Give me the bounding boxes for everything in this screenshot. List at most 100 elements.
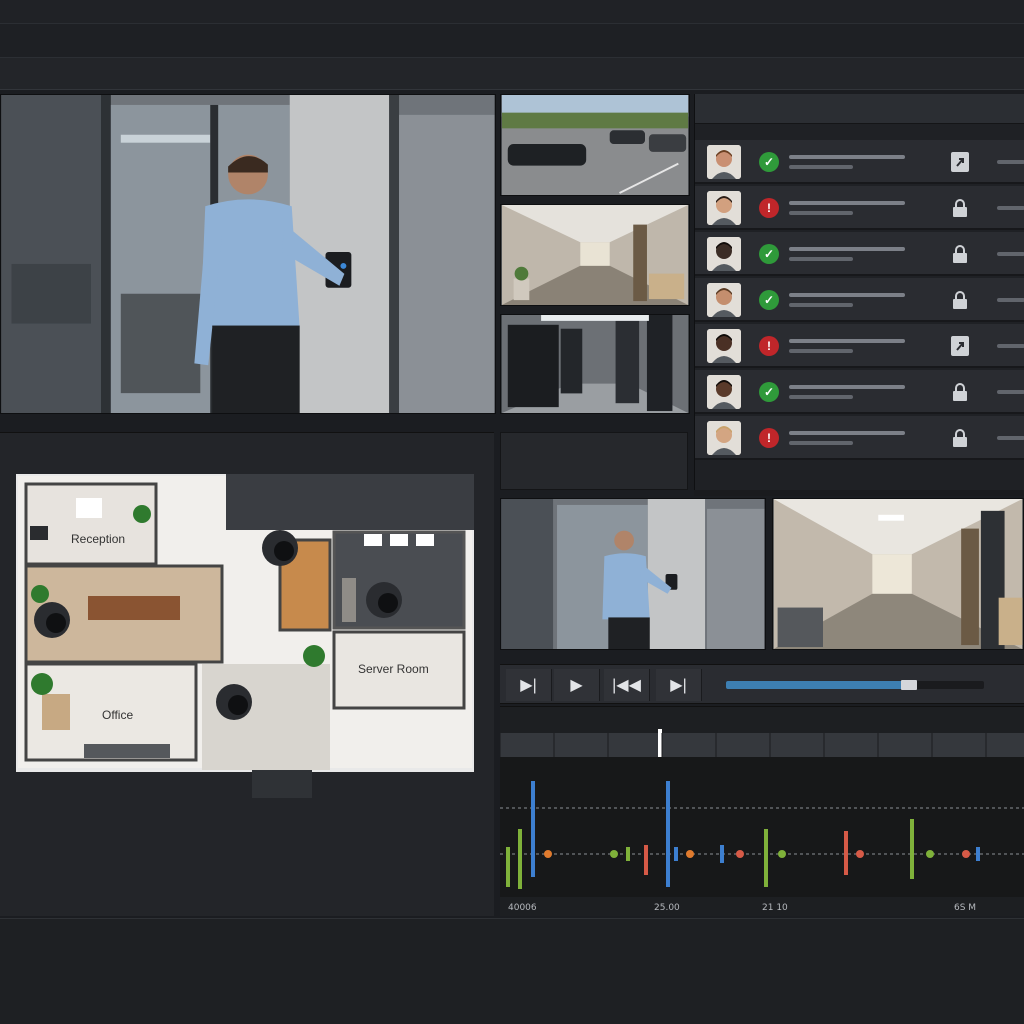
room-label-office: Office xyxy=(102,708,134,722)
timeline-event-marker xyxy=(910,819,914,879)
event-timeline[interactable]: 40006 25.00 21 10 6S M xyxy=(500,706,1024,916)
floor-plan-drawing xyxy=(14,472,476,798)
timeline-event-marker xyxy=(976,847,980,861)
log-entry-line xyxy=(789,303,853,307)
timeline-event-marker xyxy=(686,850,694,858)
skip-forward-button[interactable]: ▶| xyxy=(656,669,702,701)
rewind-icon: |◀◀ xyxy=(612,677,641,694)
lock-icon xyxy=(953,245,967,263)
timeline-event-marker xyxy=(518,829,522,889)
access-log-row[interactable]: ✓ xyxy=(695,278,1024,322)
lock-icon xyxy=(953,383,967,401)
timeline-event-marker xyxy=(778,850,786,858)
room-label-server-room: Server Room xyxy=(358,662,429,676)
floor-camera-icon xyxy=(262,530,298,566)
log-entry-line xyxy=(997,390,1024,394)
skip-back-button[interactable]: ▶︎| xyxy=(506,669,552,701)
lock-icon xyxy=(953,291,967,309)
camera-feed-server-room[interactable] xyxy=(500,314,690,414)
door-open-icon xyxy=(951,336,969,356)
log-entry-line xyxy=(997,252,1024,256)
secondary-toolbar xyxy=(0,58,1024,90)
access-log-row[interactable]: ! xyxy=(695,186,1024,230)
log-entry-line xyxy=(789,155,905,159)
check-icon: ✓ xyxy=(759,152,779,172)
playback-progress-track[interactable] xyxy=(726,680,984,690)
access-log-row[interactable]: ! xyxy=(695,416,1024,460)
play-icon: ▶ xyxy=(570,677,583,694)
avatar xyxy=(707,283,741,317)
timeline-event-marker xyxy=(962,850,970,858)
timeline-event-marker xyxy=(736,850,744,858)
log-entry-line xyxy=(789,385,905,389)
log-entry-line xyxy=(789,395,853,399)
floor-camera-icon xyxy=(366,582,402,618)
camera-feed-main-entrance[interactable] xyxy=(0,94,496,414)
timeline-event-marker xyxy=(856,850,864,858)
log-entry-line xyxy=(789,339,905,343)
timeline-event-marker xyxy=(666,781,670,887)
log-entry-line xyxy=(789,247,905,251)
timeline-event-marker xyxy=(626,847,630,861)
camera-feed-main-entrance-image xyxy=(1,95,495,413)
floor-plan-map[interactable]: Reception Office Server Room xyxy=(14,472,476,798)
panel-divider xyxy=(694,490,1024,496)
avatar xyxy=(707,237,741,271)
access-log-row[interactable]: ✓ xyxy=(695,232,1024,276)
playback-feed-hallway[interactable] xyxy=(772,498,1024,650)
access-log-row[interactable]: ✓ xyxy=(695,140,1024,184)
alert-icon: ! xyxy=(759,198,779,218)
camera-feed-server-room-image xyxy=(501,315,689,413)
play-button[interactable]: ▶ xyxy=(554,669,600,701)
access-log-header xyxy=(695,94,1024,124)
lock-icon xyxy=(953,429,967,447)
check-icon: ✓ xyxy=(759,244,779,264)
log-entry-line xyxy=(997,298,1024,302)
log-entry-line xyxy=(789,165,853,169)
camera-feed-hallway-image xyxy=(501,205,689,305)
log-entry-line xyxy=(997,436,1024,440)
playback-feed-entrance-image xyxy=(501,499,765,649)
log-entry-line xyxy=(789,201,905,205)
check-icon: ✓ xyxy=(759,382,779,402)
playback-feed-entrance[interactable] xyxy=(500,498,766,650)
log-entry-line xyxy=(789,257,853,261)
access-log-panel: ✓! ✓ ✓! ✓! xyxy=(694,94,1024,490)
access-log-row[interactable]: ✓ xyxy=(695,370,1024,414)
timeline-event-marker xyxy=(674,847,678,861)
avatar xyxy=(707,191,741,225)
timeline-event-marker xyxy=(506,847,510,887)
log-entry-line xyxy=(997,344,1024,348)
alert-icon: ! xyxy=(759,336,779,356)
avatar xyxy=(707,329,741,363)
playback-progress-thumb[interactable] xyxy=(900,680,917,690)
floor-camera-icon xyxy=(216,684,252,720)
timeline-event-marker xyxy=(764,829,768,887)
event-timeline-chart xyxy=(500,729,1024,897)
timeline-event-marker xyxy=(531,781,535,877)
main-toolbar xyxy=(0,24,1024,58)
playback-controls: ▶︎| ▶ |◀◀ ▶| xyxy=(500,664,1024,704)
rewind-button[interactable]: |◀◀ xyxy=(604,669,650,701)
timeline-event-marker xyxy=(926,850,934,858)
status-bar xyxy=(0,918,1024,1024)
access-log-row[interactable]: ! xyxy=(695,324,1024,368)
timeline-event-marker xyxy=(544,850,552,858)
playback-feed-hallway-image xyxy=(773,499,1023,649)
camera-feed-parking-lot-image xyxy=(501,95,689,195)
camera-feed-hallway[interactable] xyxy=(500,204,690,306)
log-entry-line xyxy=(789,293,905,297)
avatar xyxy=(707,145,741,179)
log-entry-line xyxy=(789,211,853,215)
log-entry-line xyxy=(997,160,1024,164)
room-label-reception: Reception xyxy=(71,532,126,546)
timeline-event-marker xyxy=(644,845,648,875)
check-icon: ✓ xyxy=(759,290,779,310)
timeline-tick-label: 6S M xyxy=(954,903,977,913)
log-entry-line xyxy=(789,431,905,435)
timeline-tick-label: 40006 xyxy=(508,903,537,913)
timeline-event-marker xyxy=(610,850,618,858)
timeline-event-marker xyxy=(844,831,848,875)
avatar xyxy=(707,421,741,455)
camera-feed-parking-lot[interactable] xyxy=(500,94,690,196)
